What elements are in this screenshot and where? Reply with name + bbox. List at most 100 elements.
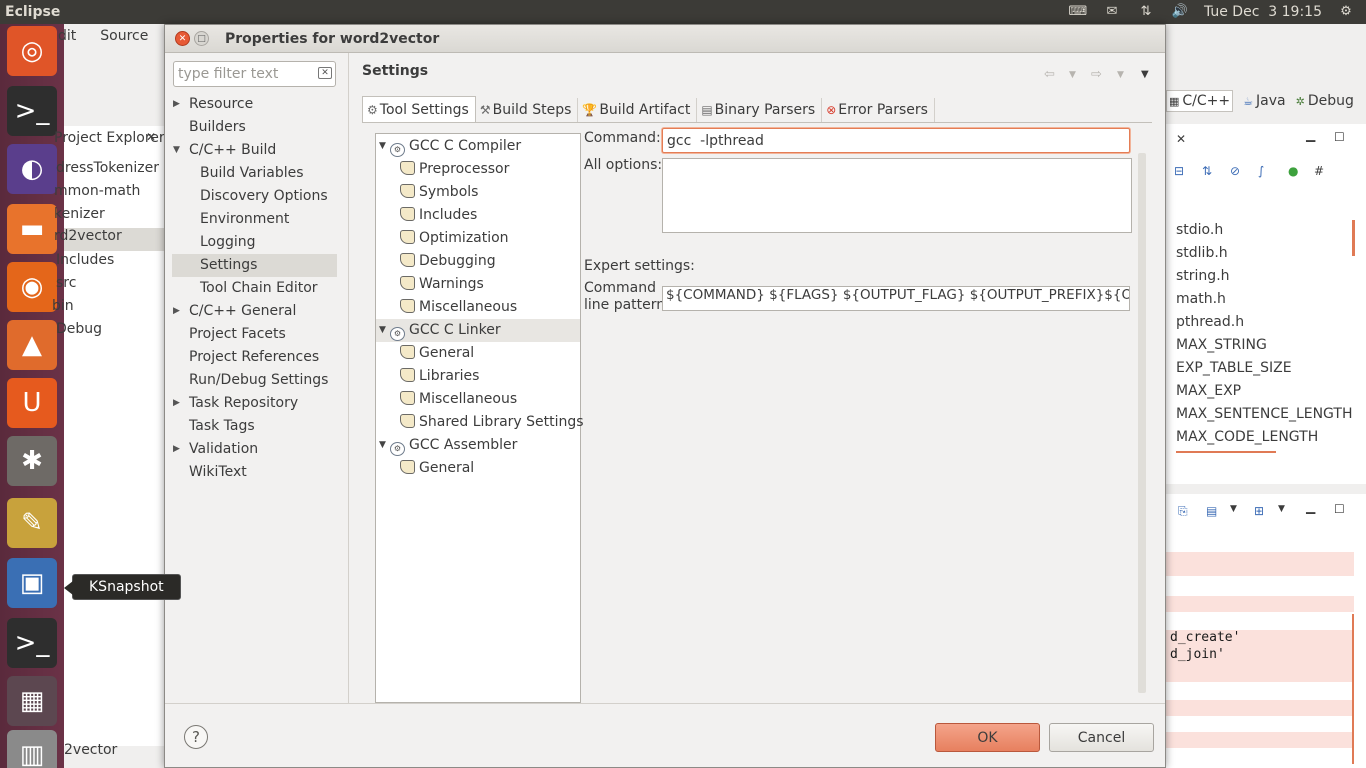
inkscape-icon[interactable]: ✎ — [7, 498, 57, 548]
project-item[interactable]: dressTokenizer — [56, 160, 159, 176]
expanded-arrow-icon[interactable]: ▼ — [379, 440, 386, 450]
mail-icon[interactable]: ✉ — [1102, 5, 1122, 19]
outline-item[interactable]: MAX_SENTENCE_LENGTH — [1176, 406, 1353, 422]
project-item[interactable]: mmon-math — [54, 183, 140, 199]
tool-item-shared-library-settings[interactable]: Shared Library Settings — [400, 411, 584, 434]
nav-item-build-variables[interactable]: Build Variables — [200, 162, 304, 185]
project-item-word2vector[interactable]: rd2vector — [54, 228, 164, 251]
tab-build-artifact[interactable]: 🏆 Build Artifact — [578, 98, 698, 122]
close-window-button[interactable]: ✕ — [175, 31, 190, 46]
nav-item-project-references[interactable]: Project References — [189, 346, 319, 369]
software-center-icon[interactable]: ▲ — [7, 320, 57, 370]
expanded-arrow-icon[interactable]: ▼ — [379, 141, 386, 151]
outline-item[interactable]: MAX_CODE_LENGTH — [1176, 429, 1318, 445]
nav-item-tool-chain-editor[interactable]: Tool Chain Editor — [200, 277, 318, 300]
tree-item-debug[interactable]: Debug — [56, 321, 102, 337]
collapsed-arrow-icon[interactable]: ▶ — [173, 306, 180, 316]
maximize-window-button[interactable]: □ — [194, 31, 209, 46]
tool-item-gcc-c-compiler[interactable]: ⚙ GCC C Compiler — [390, 135, 521, 158]
menu-edit[interactable]: dit — [58, 28, 76, 44]
nav-item-task-repository[interactable]: Task Repository — [189, 392, 298, 415]
help-button[interactable]: ? — [184, 725, 208, 749]
volume-icon[interactable]: 🔊 — [1170, 5, 1190, 19]
tool-item-includes[interactable]: Includes — [400, 204, 477, 227]
nav-item-resource[interactable]: Resource — [189, 93, 253, 116]
filter-input[interactable] — [173, 61, 336, 87]
expanded-arrow-icon[interactable]: ▼ — [379, 325, 386, 335]
perspective-debug[interactable]: ✲ Debug — [1296, 93, 1354, 109]
tool-item-gcc-assembler[interactable]: ⚙ GCC Assembler — [390, 434, 517, 457]
command-line-pattern-input[interactable]: ${COMMAND} ${FLAGS} ${OUTPUT_FLAG} ${OUT… — [662, 286, 1130, 311]
close-icon[interactable]: ✕ — [1176, 132, 1186, 146]
nav-item-logging[interactable]: Logging — [200, 231, 256, 254]
chevron-down-icon[interactable]: ▼ — [1117, 70, 1124, 80]
nav-item-project-facets[interactable]: Project Facets — [189, 323, 286, 346]
tree-item-includes[interactable]: Includes — [56, 252, 114, 268]
nav-item-validation[interactable]: Validation — [189, 438, 258, 461]
tab-build-steps[interactable]: ⚒ Build Steps — [476, 98, 579, 122]
clock[interactable]: Tue Dec 3 19:15 — [1204, 4, 1322, 20]
ubuntu-dash-icon[interactable]: ◎ — [7, 26, 57, 76]
tab-error-parsers[interactable]: ⊗ Error Parsers — [822, 98, 935, 122]
hide-fields-icon[interactable]: ⊘ — [1230, 164, 1240, 178]
chevron-down-icon[interactable]: ▼ — [1069, 70, 1076, 80]
outline-item[interactable]: stdlib.h — [1176, 245, 1228, 261]
tool-item-warnings[interactable]: Warnings — [400, 273, 484, 296]
minimize-icon[interactable]: ▁ — [1306, 128, 1315, 142]
outline-item[interactable]: MAX_STRING — [1176, 337, 1267, 353]
nav-item-c-c-build[interactable]: C/C++ Build — [189, 139, 276, 162]
menu-source[interactable]: Source — [100, 28, 148, 44]
tool-item-optimization[interactable]: Optimization — [400, 227, 509, 250]
ok-button[interactable]: OK — [935, 723, 1040, 752]
tool-item-miscellaneous[interactable]: Miscellaneous — [400, 296, 517, 319]
hash-icon[interactable]: # — [1314, 164, 1324, 178]
perspective-java[interactable]: ☕ Java — [1243, 93, 1285, 109]
system-settings-icon[interactable]: ✱ — [7, 436, 57, 486]
tab-binary-parsers[interactable]: ▤ Binary Parsers — [697, 98, 823, 122]
nav-item-task-tags[interactable]: Task Tags — [189, 415, 255, 438]
pin-console-icon[interactable]: ⎘ — [1178, 504, 1188, 519]
project-item[interactable]: kenizer — [54, 206, 105, 222]
network-icon[interactable]: ⇅ — [1136, 5, 1156, 19]
display-console-icon[interactable]: ▤ — [1206, 504, 1217, 518]
outline-item[interactable]: stdio.h — [1176, 222, 1223, 238]
back-arrow-icon[interactable]: ⇦ — [1044, 67, 1055, 82]
cancel-button[interactable]: Cancel — [1049, 723, 1154, 752]
maximize-icon[interactable]: ☐ — [1334, 130, 1345, 144]
trash-icon[interactable]: ▥ — [7, 730, 57, 768]
ksnapshot-icon[interactable]: ▣ — [7, 558, 57, 608]
hide-static-icon[interactable]: ∫ — [1258, 164, 1264, 178]
tool-item-miscellaneous[interactable]: Miscellaneous — [400, 388, 517, 411]
keyboard-icon[interactable]: ⌨ — [1068, 5, 1088, 19]
forward-arrow-icon[interactable]: ⇨ — [1091, 67, 1102, 82]
tool-item-gcc-c-linker[interactable]: ⚙ GCC C Linker — [376, 319, 580, 342]
firefox-icon[interactable]: ◉ — [7, 262, 57, 312]
green-dot-icon[interactable]: ● — [1288, 164, 1298, 178]
command-input[interactable] — [662, 128, 1130, 153]
terminal-2-icon[interactable]: >_ — [7, 618, 57, 668]
settings-gear-icon[interactable]: ⚙ — [1336, 5, 1356, 19]
tree-item-src[interactable]: src — [56, 275, 76, 291]
outline-item[interactable]: pthread.h — [1176, 314, 1244, 330]
minimize-icon[interactable]: ▁ — [1306, 500, 1315, 514]
outline-item[interactable]: math.h — [1176, 291, 1226, 307]
all-options-field[interactable] — [662, 158, 1132, 233]
clear-filter-icon[interactable]: ✕ — [318, 67, 332, 79]
eclipse-icon[interactable]: ◐ — [7, 144, 57, 194]
maximize-icon[interactable]: ☐ — [1334, 502, 1345, 516]
workspace-switcher-icon[interactable]: ▦ — [7, 676, 57, 726]
nav-item-wikitext[interactable]: WikiText — [189, 461, 247, 484]
vertical-scrollbar[interactable] — [1138, 153, 1146, 693]
collapsed-arrow-icon[interactable]: ▶ — [173, 444, 180, 454]
collapsed-arrow-icon[interactable]: ▶ — [173, 99, 180, 109]
tool-item-preprocessor[interactable]: Preprocessor — [400, 158, 509, 181]
nav-item-c-c-general[interactable]: C/C++ General — [189, 300, 296, 323]
nav-item-discovery-options[interactable]: Discovery Options — [200, 185, 328, 208]
nav-item-settings[interactable]: Settings — [172, 254, 337, 277]
tool-item-debugging[interactable]: Debugging — [400, 250, 496, 273]
perspective-cpp[interactable]: ▦ C/C++ — [1166, 90, 1234, 112]
files-folder-icon[interactable]: ▬ — [7, 204, 57, 254]
outline-item[interactable]: MAX_EXP — [1176, 383, 1241, 399]
outline-item[interactable]: EXP_TABLE_SIZE — [1176, 360, 1292, 376]
tool-item-symbols[interactable]: Symbols — [400, 181, 478, 204]
